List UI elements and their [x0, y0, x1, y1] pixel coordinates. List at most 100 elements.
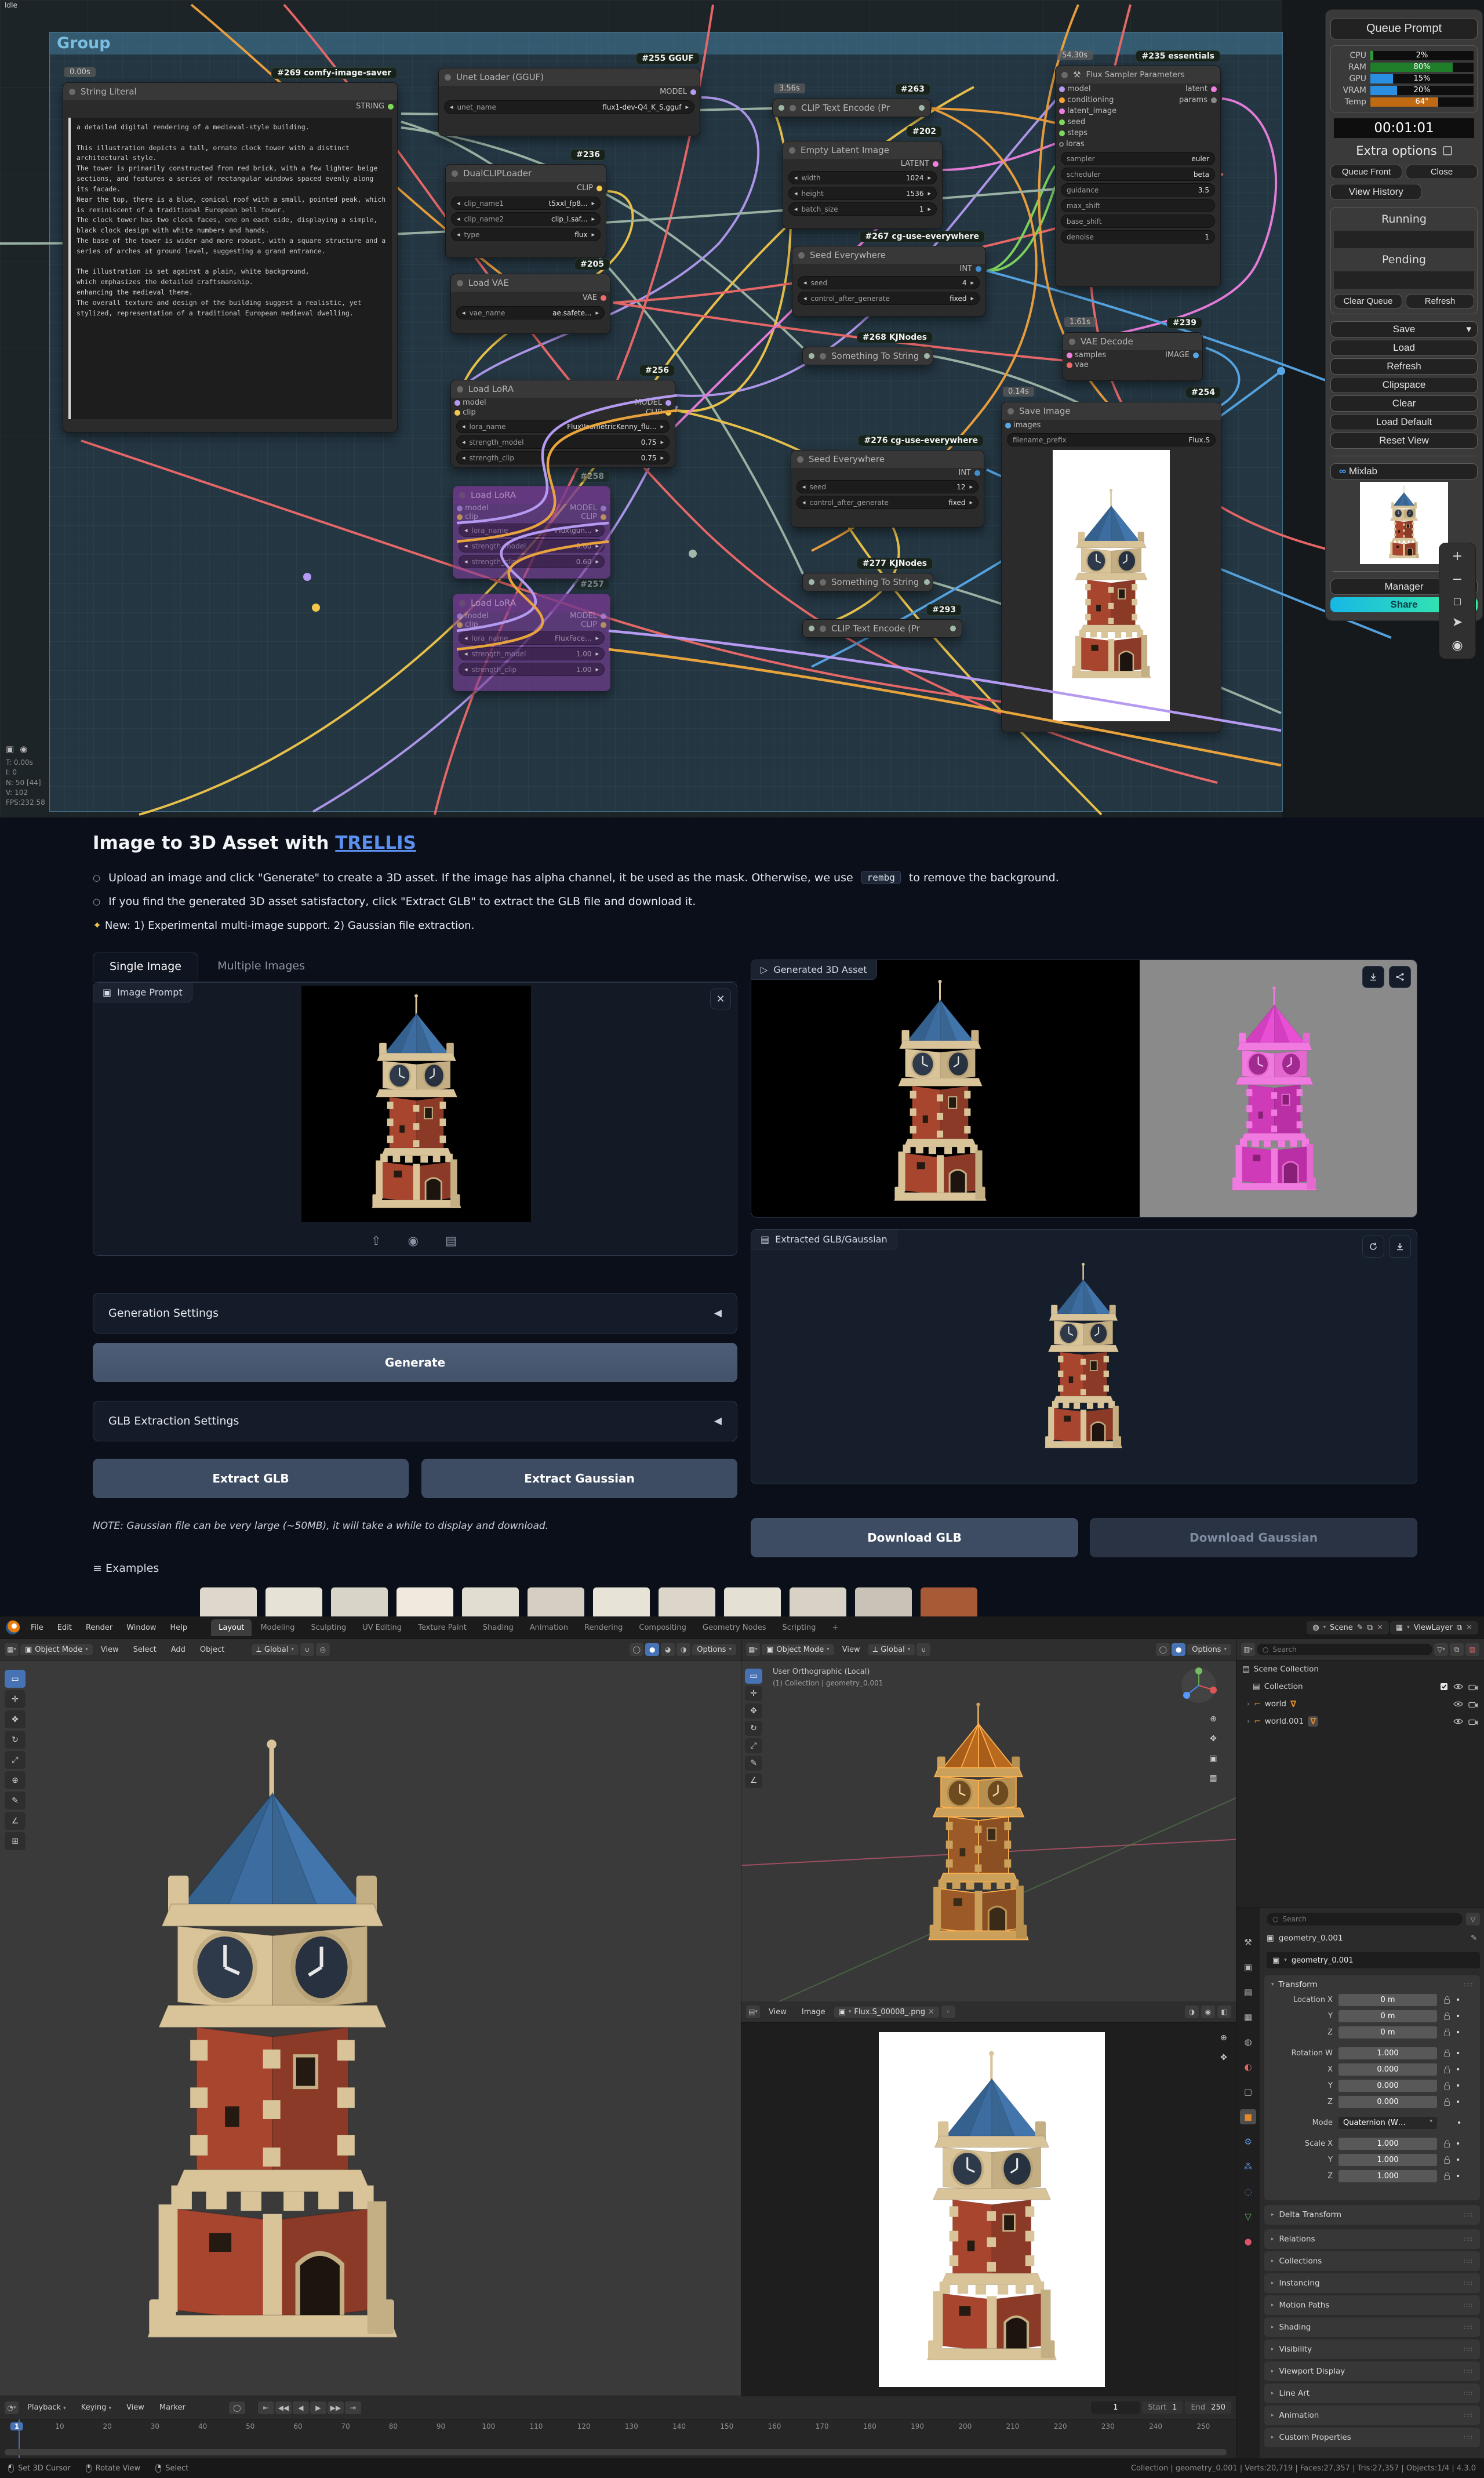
options-dropdown[interactable]: Options▾	[692, 1644, 736, 1655]
menu-playback[interactable]: Playback ▾	[21, 2401, 72, 2414]
play-reverse-icon[interactable]: ◀	[293, 2401, 309, 2414]
comfyui-canvas[interactable]: Idle Group	[0, 0, 1484, 817]
orientation-dropdown[interactable]: ⟂Global▾	[252, 1644, 299, 1655]
example-thumbnail[interactable]	[790, 1587, 846, 1616]
frame-tick[interactable]: 250	[1196, 2422, 1210, 2430]
navigation-gizmo[interactable]	[1180, 1666, 1218, 1705]
menu-keying[interactable]: Keying ▾	[75, 2401, 118, 2414]
prompt-text[interactable]: a detailed digital rendering of a mediev…	[68, 118, 392, 419]
flux-image-view[interactable]	[879, 2032, 1105, 2387]
workspace-tab-compositing[interactable]: Compositing	[631, 1619, 694, 1636]
prev-keyframe-icon[interactable]: ◀◀	[275, 2401, 292, 2414]
generate-button[interactable]: Generate	[93, 1343, 737, 1382]
scene-selector[interactable]: ◍▾Scene✎⧉✕	[1307, 1621, 1389, 1634]
tab-modifiers[interactable]: ⚙	[1240, 2134, 1256, 2149]
workspace-tab-layout[interactable]: Layout	[211, 1619, 252, 1636]
tool-move[interactable]: ✥	[745, 1703, 762, 1718]
menu-view[interactable]: View	[762, 2005, 793, 2019]
shading-solid-icon[interactable]: ●	[1172, 1643, 1185, 1656]
menu-select[interactable]: Select	[127, 1643, 163, 1656]
npanel-icon[interactable]: ◧	[1217, 2005, 1231, 2018]
example-thumbnail[interactable]	[659, 1587, 715, 1616]
panel-shading[interactable]: ▸Shading∷∷	[1264, 2317, 1480, 2337]
object-name-field[interactable]: ▣▾geometry_0.001	[1267, 1952, 1480, 1968]
scale-y-field[interactable]: 1.000	[1338, 2154, 1437, 2166]
tool-cursor[interactable]: ✛	[5, 1690, 26, 1708]
workspace-tab-modeling[interactable]: Modeling	[253, 1619, 302, 1636]
tab-single-image[interactable]: Single Image	[93, 953, 198, 980]
node-dualclip-loader[interactable]: #236 DualCLIPLoader CLIP ◂clip_name1t5xx…	[445, 164, 606, 258]
generated-mesh-view[interactable]	[876, 976, 1005, 1210]
pin-icon[interactable]: ◦	[941, 2005, 955, 2018]
examples-header[interactable]: ≡ Examples	[93, 1562, 159, 1575]
tab-tool[interactable]: ⚒	[1240, 1935, 1256, 1950]
panel-animation[interactable]: ▸Animation∷∷	[1264, 2406, 1480, 2425]
load-button[interactable]: Load	[1330, 340, 1478, 356]
panel-collections[interactable]: ▸Collections∷∷	[1264, 2251, 1480, 2271]
panel-custom-properties[interactable]: ▸Custom Properties∷∷	[1264, 2428, 1480, 2447]
zoom-in-icon[interactable]: +	[1452, 549, 1463, 564]
queue-prompt-button[interactable]: Queue Prompt	[1330, 18, 1478, 39]
new-collection-icon[interactable]: ⧉	[1450, 1643, 1464, 1656]
save-image-preview[interactable]	[1053, 450, 1170, 721]
frame-tick[interactable]: 80	[389, 2422, 398, 2430]
grid-icon[interactable]: ▦	[1205, 1771, 1221, 1786]
channels-icon[interactable]: ◑	[1185, 2005, 1199, 2018]
example-thumbnail[interactable]	[921, 1587, 977, 1616]
tool-measure[interactable]: ∠	[5, 1812, 26, 1830]
clock-tower-model[interactable]	[99, 1730, 446, 2363]
workspace-tab-uv[interactable]: UV Editing	[355, 1619, 409, 1636]
menu-add[interactable]: Add	[165, 1643, 192, 1656]
mode-dropdown[interactable]: ▣Object Mode▾	[20, 1644, 93, 1655]
frame-tick[interactable]: 40	[198, 2422, 207, 2430]
example-thumbnail[interactable]	[265, 1587, 322, 1616]
node-seed-everywhere[interactable]: #267 cg-use-everywhere Seed Everywhere I…	[792, 246, 985, 317]
tool-rotate[interactable]: ↻	[745, 1721, 762, 1736]
save-button[interactable]: Save▾	[1330, 321, 1478, 337]
reset-view-icon[interactable]	[1362, 1236, 1384, 1258]
eye-icon[interactable]: ◉	[1452, 638, 1463, 653]
tab-collection[interactable]: ▢	[1240, 2084, 1256, 2099]
workspace-tab-animation[interactable]: Animation	[522, 1619, 576, 1636]
panel-viewport-display[interactable]: ▸Viewport Display∷∷	[1264, 2361, 1480, 2381]
canvas-user-icon[interactable]: ◉	[20, 743, 27, 756]
send-icon[interactable]: ➤	[1452, 615, 1463, 630]
menu-file[interactable]: File	[24, 1621, 50, 1634]
zoom-icon[interactable]: ⊕	[1205, 1712, 1221, 1727]
extract-glb-button[interactable]: Extract GLB	[93, 1459, 409, 1498]
mixlab-thumbnail[interactable]	[1360, 482, 1448, 564]
frame-start-field[interactable]: Start1	[1142, 2401, 1183, 2414]
camera-icon[interactable]	[1468, 1701, 1478, 1708]
menu-object[interactable]: Object	[194, 1643, 231, 1656]
frame-tick[interactable]: 240	[1149, 2422, 1162, 2430]
close-button[interactable]: Close	[1406, 165, 1478, 179]
tab-multiple-images[interactable]: Multiple Images	[201, 953, 321, 979]
rotation-y-field[interactable]: 0.000	[1338, 2080, 1437, 2092]
generation-settings-accordion[interactable]: Generation Settings◀	[93, 1293, 737, 1334]
tab-physics[interactable]: ◌	[1240, 2184, 1256, 2199]
extracted-mesh-view[interactable]	[1030, 1260, 1137, 1456]
lock-icon[interactable]	[1444, 1999, 1450, 2004]
zoom-icon[interactable]: ⊕	[1216, 2030, 1232, 2045]
frame-tick[interactable]: 200	[958, 2422, 972, 2430]
geometry-nodes-modifier-icon[interactable]: ∇	[1290, 1699, 1296, 1709]
eye-icon[interactable]	[1453, 1683, 1463, 1690]
expand-icon[interactable]: ›	[1247, 1717, 1250, 1726]
tool-add-cube[interactable]: ⊞	[5, 1832, 26, 1850]
next-keyframe-icon[interactable]: ▶▶	[328, 2401, 344, 2414]
zoom-out-icon[interactable]: −	[1452, 572, 1463, 587]
example-thumbnail[interactable]	[855, 1587, 912, 1616]
viewport-3d-secondary[interactable]: ▭ ✛ ✥ ↻ ⤢ ✎ ∠ User Orthographic (Local) …	[741, 1661, 1236, 2001]
frame-tick[interactable]: 130	[625, 2422, 638, 2430]
play-icon[interactable]: ▶	[310, 2401, 326, 2414]
refresh-queue-button[interactable]: Refresh	[1406, 294, 1474, 308]
node-load-lora-bypassed[interactable]: #257 Load LoRA modelMODEL clipCLIP ◂lora…	[453, 594, 610, 691]
menu-view[interactable]: View	[836, 1643, 867, 1656]
trellis-link[interactable]: TRELLIS	[335, 833, 416, 853]
shading-rendered-icon[interactable]: ◑	[676, 1643, 690, 1656]
outliner-item-scene-collection[interactable]: ▤Scene Collection	[1236, 1661, 1484, 1678]
download-glb-icon[interactable]	[1389, 1236, 1411, 1258]
outliner-item-collection[interactable]: ▤Collection	[1236, 1678, 1484, 1695]
clipspace-button[interactable]: Clipspace	[1330, 377, 1478, 393]
location-x-field[interactable]: 0 m	[1338, 1994, 1437, 2006]
